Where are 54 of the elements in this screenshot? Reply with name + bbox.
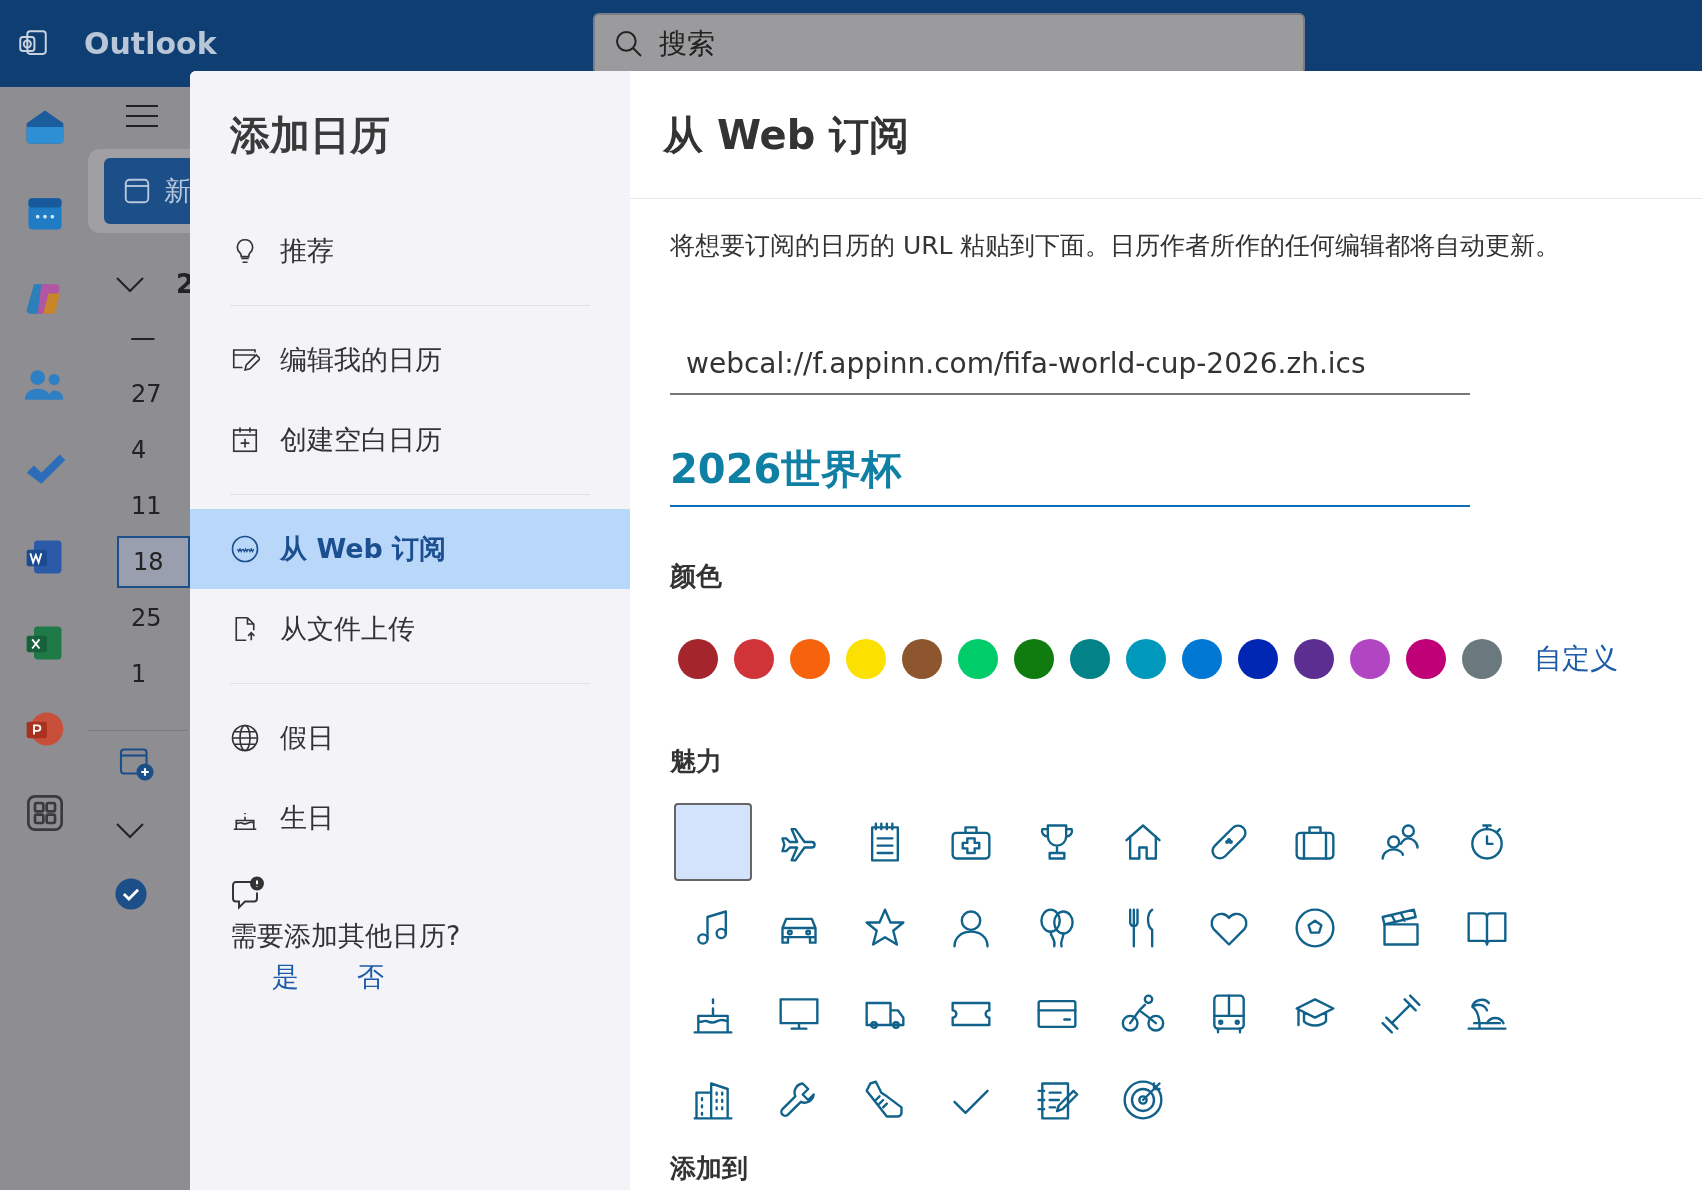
calendar-day[interactable]: 18: [117, 536, 190, 588]
nav-item[interactable]: 从文件上传: [190, 589, 630, 669]
app-name: Outlook: [84, 25, 217, 63]
dialog-title: 添加日历: [230, 111, 391, 160]
color-swatch[interactable]: [1406, 638, 1446, 679]
globe-icon: [230, 723, 260, 753]
color-swatch[interactable]: [958, 638, 998, 679]
feedback-icon[interactable]: [230, 876, 266, 912]
description-text: 将想要订阅的日历的 URL 粘贴到下面。日历作者所作的任何编辑都将自动更新。: [670, 230, 1562, 262]
nav-item[interactable]: 生日: [190, 778, 630, 858]
web-icon: [230, 534, 260, 564]
nav-item[interactable]: 创建空白日历: [190, 400, 630, 480]
color-label: 颜色: [670, 559, 723, 593]
calendar-day[interactable]: 4: [117, 424, 190, 476]
color-swatch[interactable]: [846, 638, 886, 679]
url-field[interactable]: webcal://f.appinn.com/fifa-world-cup-2026.zh.ics: [670, 334, 1470, 395]
nav-item[interactable]: 假日: [190, 698, 630, 778]
color-swatch[interactable]: [1126, 638, 1166, 679]
color-swatch[interactable]: [790, 638, 830, 679]
apps-icon[interactable]: [25, 793, 65, 833]
color-swatch[interactable]: [1070, 638, 1110, 679]
chevron-down-icon[interactable]: [116, 276, 144, 293]
calendar-day[interactable]: 25: [117, 592, 190, 644]
color-swatch[interactable]: [902, 638, 942, 679]
menu-icon[interactable]: [126, 103, 158, 129]
chevron-down-icon[interactable]: [116, 823, 144, 839]
nav-item[interactable]: 从 Web 订阅: [190, 509, 630, 589]
no-link[interactable]: 否: [357, 956, 384, 997]
color-swatch[interactable]: [1014, 638, 1054, 679]
color-swatch[interactable]: [1462, 638, 1502, 679]
charm-label: 魅力: [670, 744, 723, 778]
feedback-question: 需要添加其他日历?: [230, 919, 462, 953]
color-swatch[interactable]: [734, 638, 774, 679]
calendar-day[interactable]: 1: [117, 648, 190, 700]
color-swatch[interactable]: [678, 638, 718, 679]
color-swatch[interactable]: [1238, 638, 1278, 679]
yes-link[interactable]: 是: [272, 956, 299, 997]
calendar-day[interactable]: 11: [117, 480, 190, 532]
calendar-name-field[interactable]: 2026世界杯: [670, 434, 1470, 507]
calendar-day[interactable]: 27: [117, 368, 190, 420]
color-swatch[interactable]: [1182, 638, 1222, 679]
checkmark-circle-icon[interactable]: [114, 877, 148, 911]
charm-option[interactable]: [674, 802, 752, 881]
add-calendar-icon[interactable]: [118, 745, 154, 781]
nav-item[interactable]: 编辑我的日历: [190, 320, 630, 400]
weekday-label: 一: [130, 323, 156, 357]
form-heading: 从 Web 订阅: [663, 110, 910, 160]
calendar-icon: [122, 176, 152, 206]
color-swatch[interactable]: [1350, 638, 1390, 679]
color-swatch[interactable]: [1294, 638, 1334, 679]
add-to-label: 添加到: [670, 1151, 749, 1185]
add-calendar-icon: [230, 425, 260, 455]
custom-color-link[interactable]: 自定义: [1534, 637, 1618, 680]
dumbbell-icon: [1379, 991, 1423, 1036]
